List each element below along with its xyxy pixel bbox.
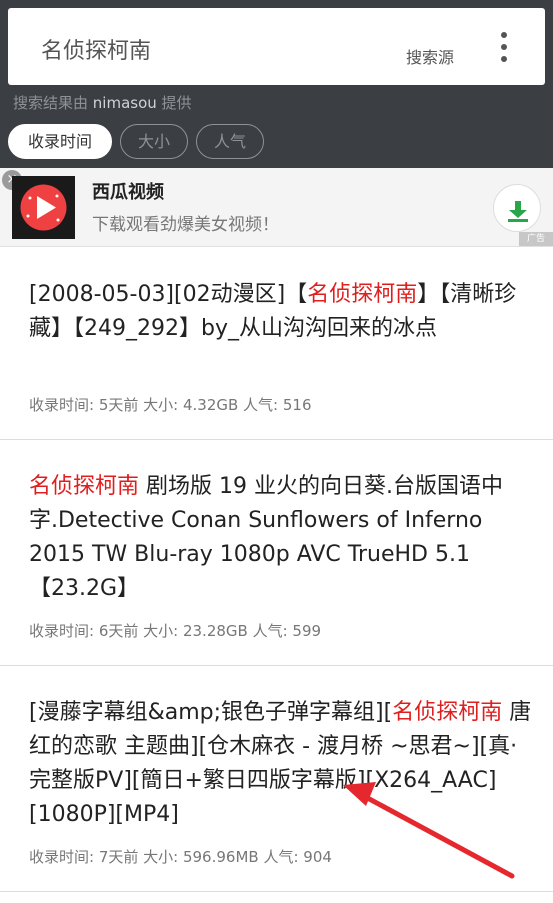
result-title-highlight: 名侦探柯南 — [29, 474, 140, 499]
result-title[interactable]: [2008-05-03][02动漫区]【名侦探柯南】【清晰珍藏】【249_292… — [29, 278, 534, 346]
powered-by-text: 搜索结果由 nimasou 提供 — [13, 94, 192, 112]
more-options-icon[interactable] — [499, 32, 509, 62]
result-size: 23.28GB — [182, 622, 248, 640]
search-source-button[interactable]: 搜索源 — [406, 44, 454, 68]
result-popularity: 599 — [292, 622, 322, 640]
result-time: 7天前 — [98, 848, 139, 866]
result-meta: 收录时间: 6天前 大小: 23.28GB 人气: 599 — [29, 622, 322, 640]
sort-by-popularity-tab[interactable]: 人气 — [196, 124, 264, 159]
result-title[interactable]: 名侦探柯南 剧场版 19 业火的向日葵.台版国语中字.Detective Con… — [29, 470, 534, 606]
sort-by-size-tab[interactable]: 大小 — [120, 124, 188, 159]
result-time: 6天前 — [98, 622, 139, 640]
result-meta: 收录时间: 7天前 大小: 596.96MB 人气: 904 — [29, 848, 332, 866]
result-size: 596.96MB — [182, 848, 259, 866]
ad-label-badge: 广告 — [519, 232, 553, 246]
search-result-item[interactable]: [漫藤字幕组&amp;银色子弹字幕组][名侦探柯南 唐红的恋歌 主题曲][仓木麻… — [0, 666, 553, 892]
xigua-video-logo-icon — [12, 176, 75, 239]
ad-title: 西瓜视频 — [92, 182, 164, 203]
result-title-highlight: 名侦探柯南 — [392, 700, 503, 725]
result-meta: 收录时间: 5天前 大小: 4.32GB 人气: 516 — [29, 396, 312, 414]
search-result-item[interactable]: [2008-05-03][02动漫区]【名侦探柯南】【清晰珍藏】【249_292… — [0, 248, 553, 440]
result-size: 4.32GB — [182, 396, 239, 414]
search-header: 名侦探柯南 搜索源 搜索结果由 nimasou 提供 收录时间 大小 人气 — [0, 0, 553, 168]
search-result-item[interactable]: 名侦探柯南 剧场版 19 业火的向日葵.台版国语中字.Detective Con… — [0, 440, 553, 666]
ad-subtitle: 下载观看劲爆美女视频！ — [92, 215, 279, 235]
ad-banner[interactable]: × 西瓜视频 下载观看劲爆美女视频！ 广告 — [0, 168, 553, 247]
result-title[interactable]: [漫藤字幕组&amp;银色子弹字幕组][名侦探柯南 唐红的恋歌 主题曲][仓木麻… — [29, 696, 534, 832]
sort-by-time-tab[interactable]: 收录时间 — [8, 124, 112, 159]
search-query-text[interactable]: 名侦探柯南 — [41, 33, 151, 65]
search-provider-name: nimasou — [92, 94, 157, 112]
result-popularity: 904 — [303, 848, 332, 866]
download-icon[interactable] — [493, 184, 541, 232]
result-popularity: 516 — [282, 396, 312, 414]
search-bar[interactable]: 名侦探柯南 搜索源 — [8, 8, 545, 85]
result-title-highlight: 名侦探柯南 — [307, 282, 418, 307]
result-time: 5天前 — [98, 396, 139, 414]
